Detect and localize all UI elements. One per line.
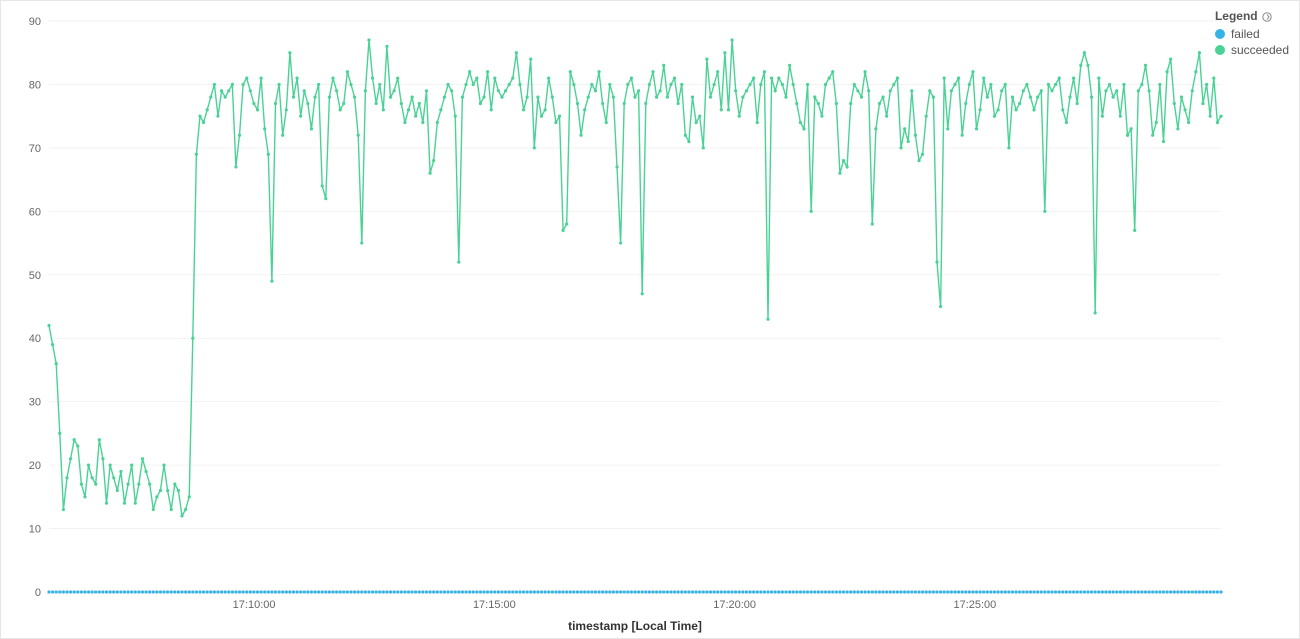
- x-tick: 17:25:00: [953, 599, 996, 611]
- chart-plot: 0 10 20 30 40 50 60 70 80 90 17:10:00 17:15:00 17:2…: [1, 1, 1231, 639]
- legend-item-failed[interactable]: failed: [1215, 27, 1289, 41]
- y-tick: 10: [29, 524, 41, 536]
- legend-swatch-succeeded: [1215, 45, 1225, 55]
- y-tick: 60: [29, 206, 41, 218]
- y-tick: 70: [29, 143, 41, 155]
- y-tick: 50: [29, 270, 41, 282]
- legend-collapse-icon[interactable]: [1262, 11, 1272, 21]
- x-tick: 17:10:00: [233, 599, 276, 611]
- y-tick: 20: [29, 460, 41, 472]
- failed-series: [47, 590, 1222, 593]
- y-tick: 90: [29, 16, 41, 28]
- y-tick: 80: [29, 79, 41, 91]
- succeeded-line: [49, 40, 1221, 516]
- x-tick: 17:20:00: [713, 599, 756, 611]
- legend-label-failed: failed: [1231, 27, 1260, 41]
- legend: Legend failed succeeded: [1215, 9, 1289, 59]
- legend-title: Legend: [1215, 9, 1289, 23]
- x-axis-label: timestamp [Local Time]: [568, 619, 702, 633]
- x-tick: 17:15:00: [473, 599, 516, 611]
- legend-label-succeeded: succeeded: [1231, 43, 1289, 57]
- y-tick: 0: [35, 587, 41, 599]
- y-tick: 30: [29, 397, 41, 409]
- legend-title-text: Legend: [1215, 9, 1258, 23]
- y-tick: 40: [29, 333, 41, 345]
- legend-swatch-failed: [1215, 29, 1225, 39]
- succeeded-points: [47, 38, 1222, 517]
- legend-item-succeeded[interactable]: succeeded: [1215, 43, 1289, 57]
